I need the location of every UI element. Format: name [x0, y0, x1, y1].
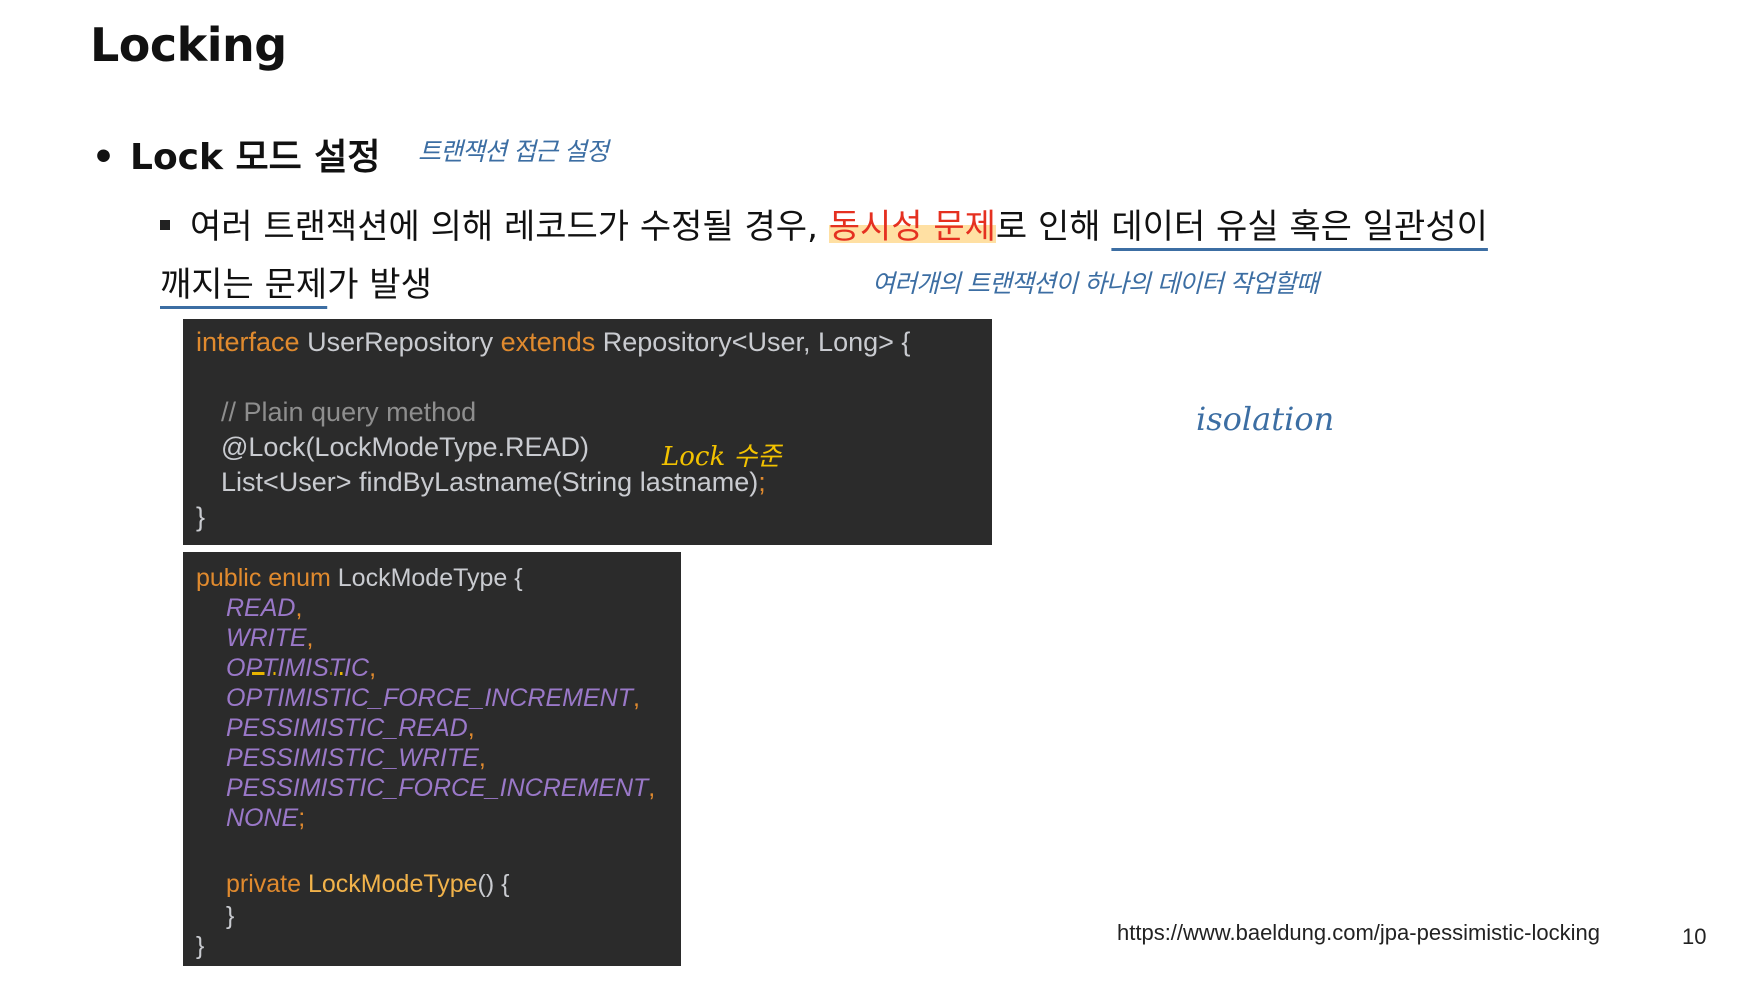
page-number: 10 [1682, 924, 1707, 949]
enum-value-optimistic: OPTIMISTIC, [226, 654, 377, 682]
code-close-brace: } [196, 932, 205, 960]
code-interface-name: UserRepository [299, 327, 501, 357]
bullet-lock-mode-label: Lock 모드 설정 [130, 137, 381, 178]
para-underline-1: 데이터 유실 혹은 일관성이 [1111, 207, 1488, 247]
handwritten-note-multi-transaction: 여러개의 트랜잭션이 하나의 데이터 작업할때 [872, 269, 1319, 298]
bullet-lock-mode: • Lock 모드 설정 [92, 128, 381, 180]
code-extends-rest: Repository<User, Long> { [595, 327, 911, 357]
code-comment: // Plain query method [221, 397, 477, 427]
description-paragraph: 여러 트랜잭션에 의해 레코드가 수정될 경우, 동시성 문제로 인해 데이터 … [160, 198, 1580, 314]
para-text-1: 여러 트랜잭션에 의해 레코드가 수정될 경우, [190, 207, 829, 247]
handwritten-note-lock-level: Lock 수준 [662, 442, 782, 472]
code-keyword-extends: extends [500, 327, 596, 357]
code-annotation: @Lock(LockModeType.READ) [221, 432, 590, 462]
code-block-lockmodetype: public enum LockModeType { READ, WRITE, … [183, 552, 681, 966]
enum-value-read: READ, [226, 594, 303, 622]
para-underline-2: 깨지는 문제 [160, 265, 328, 305]
para-highlight-concurrency: 동시성 문제 [828, 207, 996, 247]
code-private-constructor: private LockModeType() { [226, 870, 510, 898]
enum-value-pessimistic-write: PESSIMISTIC_WRITE, [226, 744, 486, 772]
bullet-dot: • [92, 137, 116, 178]
code-enum-declaration: public enum LockModeType { [196, 564, 523, 593]
code-line-interface: interface UserRepository extends Reposit… [196, 327, 910, 358]
code-keyword-interface: interface [196, 327, 300, 357]
enum-value-pessimistic-force-increment: PESSIMISTIC_FORCE_INCREMENT, [226, 774, 656, 802]
para-text-2: 로 인해 [995, 207, 1112, 247]
enum-value-optimistic-force-increment: OPTIMISTIC_FORCE_INCREMENT, [226, 684, 640, 712]
enum-value-none: NONE; [226, 804, 306, 832]
handwritten-note-isolation: isolation [1196, 400, 1335, 438]
sub-bullet-square [160, 219, 170, 230]
slide-title: Locking [90, 18, 287, 72]
code-block-repository: interface UserRepository extends Reposit… [183, 319, 992, 545]
handwritten-note-access: 트랜잭션 접근 설정 [418, 137, 609, 166]
enum-value-write: WRITE, [226, 624, 314, 652]
code-enum-name: LockModeType { [330, 564, 523, 592]
source-url[interactable]: https://www.baeldung.com/jpa-pessimistic… [1117, 920, 1600, 946]
code-keyword-public-enum: public enum [196, 564, 331, 592]
enum-value-pessimistic-read: PESSIMISTIC_READ, [226, 714, 475, 742]
code-close-brace: } [196, 502, 206, 532]
para-text-3: 가 발생 [327, 265, 432, 305]
code-inner-close-brace: } [226, 902, 235, 930]
